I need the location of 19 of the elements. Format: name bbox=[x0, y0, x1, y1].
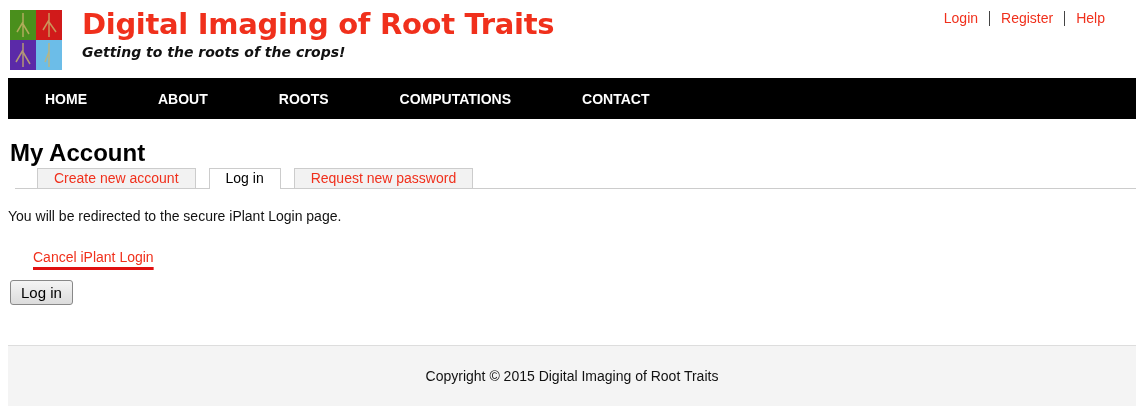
user-link[interactable]: Register bbox=[990, 10, 1065, 26]
nav-item[interactable]: ROOTS bbox=[278, 90, 329, 107]
tab[interactable]: Create new account bbox=[37, 168, 196, 188]
nav-item[interactable]: COMPUTATIONS bbox=[399, 90, 512, 107]
nav-item[interactable]: CONTACT bbox=[582, 90, 650, 107]
site-title[interactable]: Digital Imaging of Root Traits bbox=[82, 6, 555, 42]
user-link[interactable]: Help bbox=[1065, 10, 1116, 26]
cancel-link[interactable]: Cancel iPlant Login bbox=[33, 249, 154, 265]
logo-icon bbox=[10, 10, 62, 70]
nav-item[interactable]: ABOUT bbox=[158, 90, 208, 107]
tab[interactable]: Log in bbox=[208, 168, 281, 189]
login-button[interactable]: Log in bbox=[10, 280, 73, 305]
copyright-text: Copyright © 2015 Digital Imaging of Root Traits bbox=[425, 368, 719, 384]
user-link[interactable]: Login bbox=[932, 10, 990, 26]
site-slogan: Getting to the roots of the crops! bbox=[82, 44, 347, 60]
tab[interactable]: Request new password bbox=[293, 168, 474, 188]
page-title: My Account bbox=[10, 139, 147, 167]
redirect-message: You will be redirected to the secure iPlant Login page. bbox=[8, 208, 343, 224]
nav-item[interactable]: HOME bbox=[45, 90, 87, 107]
